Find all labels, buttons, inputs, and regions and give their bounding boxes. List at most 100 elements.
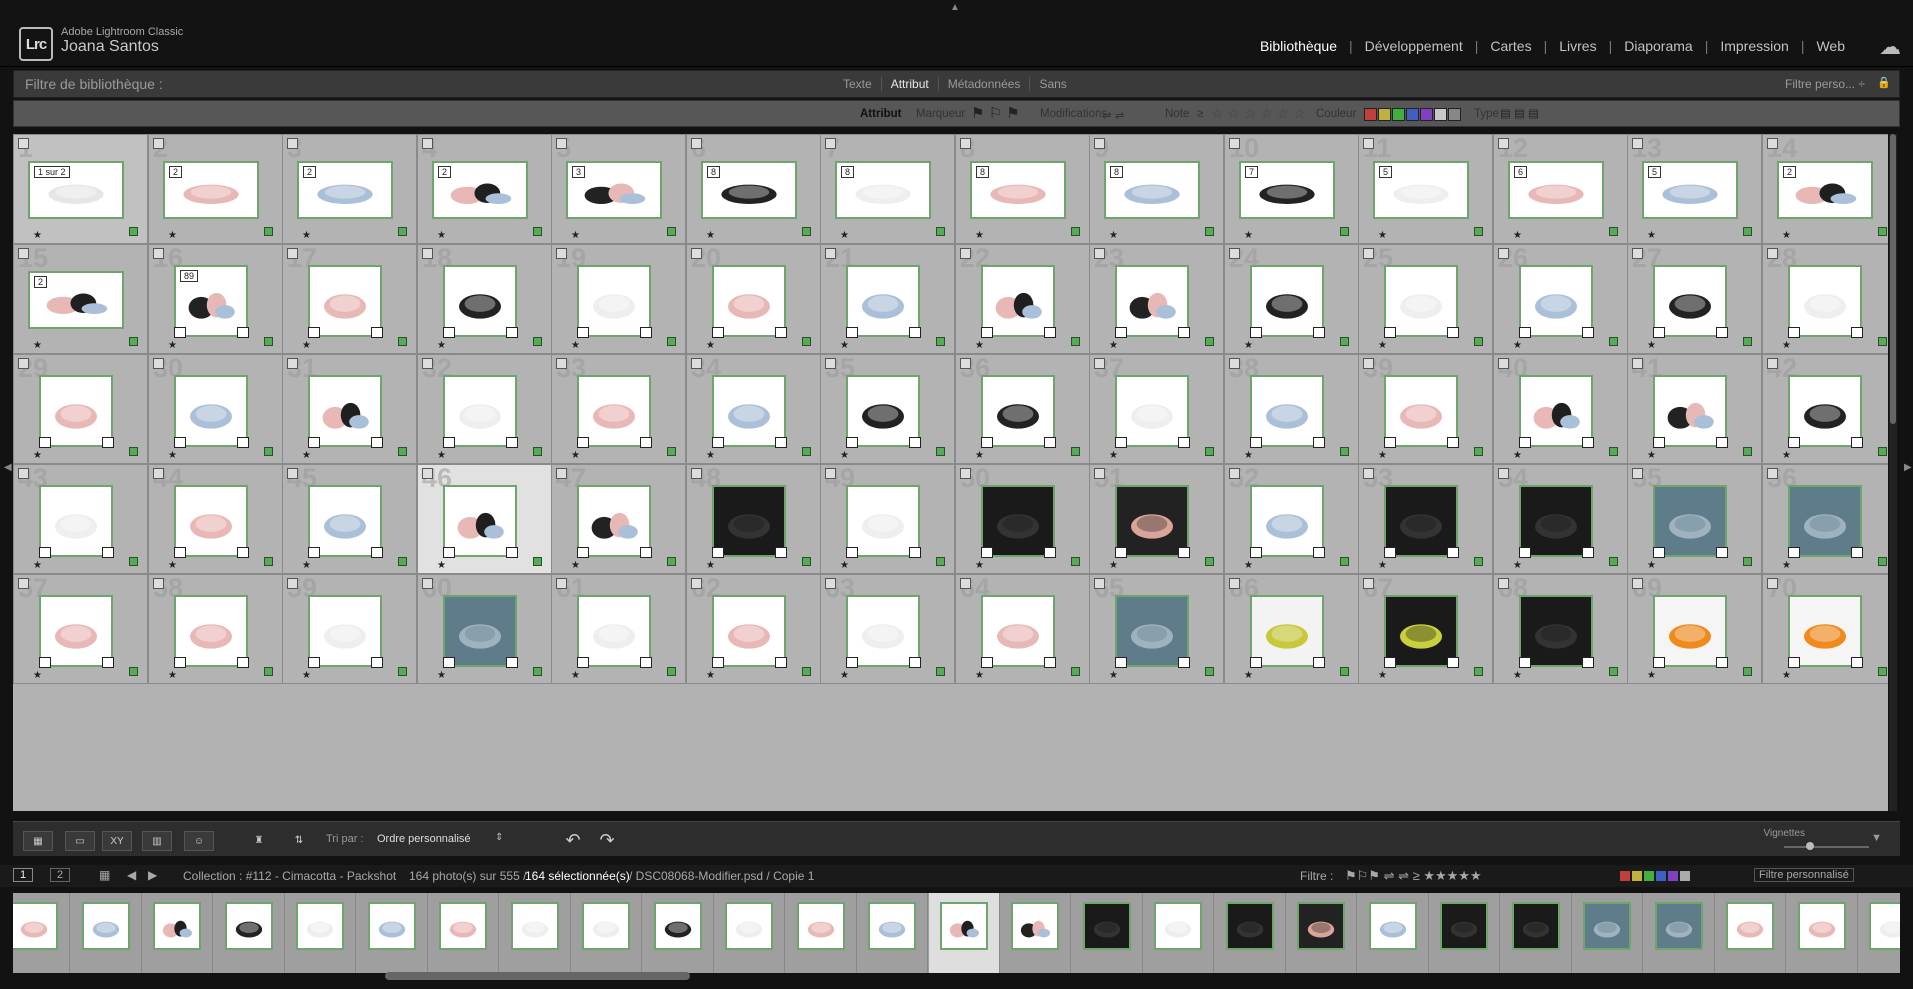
metadata-badge-icon[interactable] [577,437,589,448]
grid-cell[interactable]: 66 ★ [1224,573,1359,684]
filmstrip-thumbnail[interactable] [796,902,845,950]
photo-thumbnail[interactable]: 5 [1373,161,1469,219]
metadata-badge-icon[interactable] [1384,547,1396,558]
metadata-badge-icon[interactable] [39,657,51,668]
back-arrow-icon[interactable]: ◀ [127,868,136,882]
photo-thumbnail[interactable]: 2 [432,161,528,219]
select-checkbox[interactable] [556,468,567,479]
select-checkbox[interactable] [825,358,836,369]
grid-cell[interactable]: 60 ★ [417,573,552,684]
photo-thumbnail[interactable]: 2 [1777,161,1873,219]
rating-star-icon[interactable]: ★ [302,560,311,571]
select-checkbox[interactable] [1363,138,1374,149]
grid-cell[interactable]: 43 ★ [13,463,148,574]
metadata-badge-icon[interactable] [981,547,993,558]
filmstrip-cell[interactable] [1787,893,1858,973]
grid-cell[interactable]: 49 ★ [820,463,955,574]
filmstrip-cell[interactable] [1215,893,1286,973]
metadata-badge-icon[interactable] [712,657,724,668]
select-checkbox[interactable] [960,578,971,589]
metadata-badge-icon[interactable] [308,437,320,448]
select-checkbox[interactable] [1363,578,1374,589]
grid-scrollbar-thumb[interactable] [1890,134,1896,424]
filmstrip-thumbnail[interactable] [224,902,273,950]
select-checkbox[interactable] [1498,138,1509,149]
stack-count-badge[interactable]: 1 sur 2 [34,166,70,178]
grid-cell[interactable]: 10 7 ★ [1224,134,1359,244]
metadata-badge-icon[interactable] [308,657,320,668]
grid-cell[interactable]: 22★ [148,134,283,244]
filmstrip-cell[interactable] [428,893,499,973]
collection-badge-icon[interactable] [1044,657,1056,668]
filmstrip-color-filters[interactable] [1620,870,1696,881]
collection-badge-icon[interactable] [102,547,114,558]
rating-star-icon[interactable]: ★ [1244,670,1253,681]
select-checkbox[interactable] [691,578,702,589]
filmstrip-cell[interactable] [1858,893,1900,973]
rating-star-icon[interactable]: ★ [840,450,849,461]
grid-cell[interactable]: 50 ★ [955,463,1090,574]
grid-cell[interactable]: 37 ★ [1089,353,1224,464]
grid-cell[interactable]: 23 ★ [1089,243,1224,354]
forward-arrow-icon[interactable]: ▶ [148,868,157,882]
rating-star-icon[interactable]: ★ [571,340,580,351]
filmstrip-cell[interactable] [1572,893,1643,973]
collection-badge-icon[interactable] [506,327,518,338]
rating-star-icon[interactable]: ★ [1513,340,1522,351]
rating-star-icon[interactable]: ★ [706,670,715,681]
edits-filter-icons[interactable]: ⇌ ⇌ [1102,108,1124,122]
metadata-badge-icon[interactable] [308,547,320,558]
rating-star-icon[interactable]: ★ [571,670,580,681]
color-filter-4[interactable] [1420,108,1433,121]
collapse-left-icon[interactable]: ◀ [4,462,12,473]
grid-cell[interactable]: 11 5 ★ [1358,134,1493,244]
rating-star-icon[interactable]: ★ [840,340,849,351]
collection-badge-icon[interactable] [909,437,921,448]
select-checkbox[interactable] [960,468,971,479]
photo-thumbnail[interactable]: 3 [566,161,662,219]
stack-count-badge[interactable]: 5 [1379,166,1393,178]
rating-star-icon[interactable]: ★ [1378,450,1387,461]
collection-badge-icon[interactable] [506,657,518,668]
metadata-badge-icon[interactable] [712,327,724,338]
select-checkbox[interactable] [691,468,702,479]
collection-badge-icon[interactable] [1851,437,1863,448]
rating-star-icon[interactable]: ★ [302,340,311,351]
photo-thumbnail[interactable]: 7 [1239,161,1335,219]
collection-badge-icon[interactable] [640,657,652,668]
metadata-badge-icon[interactable] [712,437,724,448]
rating-star-icon[interactable]: ★ [168,340,177,351]
collection-badge-icon[interactable] [237,657,249,668]
photo-thumbnail[interactable]: 6 [1508,161,1604,219]
collapse-top-icon[interactable]: ▲ [950,2,960,13]
tab-attribute[interactable]: Attribut [880,77,938,91]
color-filter-2[interactable] [1392,108,1405,121]
stack-count-badge[interactable]: 2 [438,166,452,178]
metadata-badge-icon[interactable] [1653,547,1665,558]
collection-badge-icon[interactable] [1178,547,1190,558]
rating-star-icon[interactable]: ★ [33,340,42,351]
metadata-badge-icon[interactable] [1115,327,1127,338]
stack-count-badge[interactable]: 2 [34,276,48,288]
collection-badge-icon[interactable] [775,327,787,338]
stack-count-badge[interactable]: 8 [841,166,855,178]
metadata-badge-icon[interactable] [577,547,589,558]
select-checkbox[interactable] [1229,138,1240,149]
collection-badge-icon[interactable] [371,547,383,558]
select-checkbox[interactable] [1229,248,1240,259]
rating-star-icon[interactable]: ★ [168,450,177,461]
metadata-badge-icon[interactable] [712,547,724,558]
metadata-badge-icon[interactable] [39,547,51,558]
select-checkbox[interactable] [153,358,164,369]
metadata-badge-icon[interactable] [846,547,858,558]
rating-star-icon[interactable]: ★ [975,670,984,681]
rating-star-icon[interactable]: ★ [1782,450,1791,461]
photo-thumbnail[interactable]: 2 [163,161,259,219]
collection-badge-icon[interactable] [237,547,249,558]
collection-badge-icon[interactable] [1178,327,1190,338]
grid-cell[interactable]: 70 ★ [1762,573,1888,684]
collection-badge-icon[interactable] [102,657,114,668]
filmstrip-thumbnail[interactable] [1869,902,1900,950]
rating-star-icon[interactable]: ★ [33,230,42,241]
module-5[interactable]: Impression [1708,38,1800,54]
